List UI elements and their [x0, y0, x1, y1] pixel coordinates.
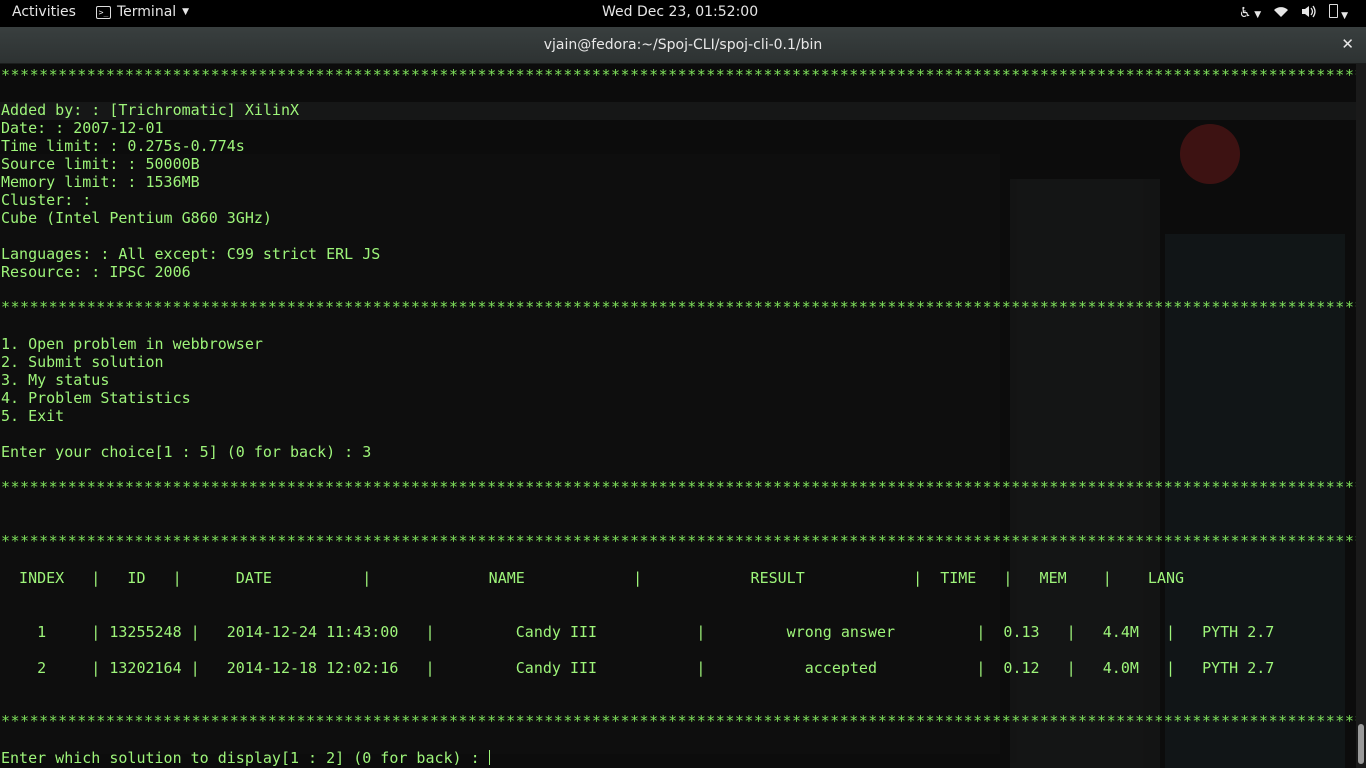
close-icon[interactable]: ✕: [1341, 35, 1354, 53]
memory-limit: Memory limit: : 1536MB: [1, 173, 200, 191]
separator: ****************************************…: [1, 66, 1356, 84]
clock[interactable]: Wed Dec 23, 01:52:00: [602, 4, 758, 20]
cube: Cube (Intel Pentium G860 3GHz): [1, 209, 272, 227]
resource: Resource: : IPSC 2006: [1, 263, 191, 281]
menu-item: 5. Exit: [1, 407, 65, 425]
date: Date: : 2007-12-01: [1, 119, 164, 137]
separator: ****************************************…: [1, 478, 1356, 496]
menu-item: 1. Open problem in webbrowser: [1, 335, 263, 353]
activities-button[interactable]: Activities: [12, 4, 76, 20]
window-title: vjain@fedora:~/Spoj-CLI/spoj-cli-0.1/bin: [543, 37, 823, 53]
accessibility-icon[interactable]: ♿ ▼: [1239, 5, 1261, 21]
window-titlebar[interactable]: vjain@fedora:~/Spoj-CLI/spoj-cli-0.1/bin…: [0, 27, 1366, 64]
source-limit: Source limit: : 50000B: [1, 155, 200, 173]
scrollbar[interactable]: [1356, 64, 1366, 768]
battery-icon[interactable]: ▼: [1329, 4, 1348, 22]
text-cursor: [488, 750, 490, 765]
app-menu[interactable]: >_ Terminal ▼: [96, 4, 189, 20]
chevron-down-icon: ▼: [182, 7, 190, 17]
app-menu-label: Terminal: [117, 4, 177, 20]
scrollbar-thumb[interactable]: [1358, 724, 1364, 764]
input-prompt-line[interactable]: Enter which solution to display[1 : 2] (…: [1, 749, 490, 767]
terminal-icon: >_: [96, 5, 111, 19]
top-bar: Activities >_ Terminal ▼ Wed Dec 23, 01:…: [0, 0, 1366, 27]
terminal-view[interactable]: ****************************************…: [0, 64, 1356, 768]
final-prompt: Enter which solution to display[1 : 2] (…: [1, 749, 489, 767]
cluster: Cluster: :: [1, 191, 92, 209]
separator: ****************************************…: [1, 298, 1356, 316]
menu-item: 4. Problem Statistics: [1, 389, 191, 407]
time-limit: Time limit: : 0.275s-0.774s: [1, 137, 245, 155]
wifi-icon[interactable]: [1273, 5, 1289, 22]
separator: ****************************************…: [1, 532, 1356, 550]
menu-item: 2. Submit solution: [1, 353, 164, 371]
choice-prompt: Enter your choice[1 : 5] (0 for back) : …: [1, 443, 372, 461]
table-row: 1 | 13255248 | 2014-12-24 11:43:00 | Can…: [1, 623, 1275, 641]
table-row: 2 | 13202164 | 2014-12-18 12:02:16 | Can…: [1, 659, 1275, 677]
menu-item: 3. My status: [1, 371, 110, 389]
volume-icon[interactable]: [1301, 5, 1317, 22]
separator: ****************************************…: [1, 712, 1356, 730]
system-tray[interactable]: ♿ ▼ ▼: [1239, 4, 1348, 22]
added-by: Added by: : [Trichromatic] XilinX: [1, 101, 300, 119]
languages: Languages: : All except: C99 strict ERL …: [1, 245, 381, 263]
table-header: INDEX | ID | DATE | NAME | RESULT | TIME…: [1, 569, 1185, 587]
